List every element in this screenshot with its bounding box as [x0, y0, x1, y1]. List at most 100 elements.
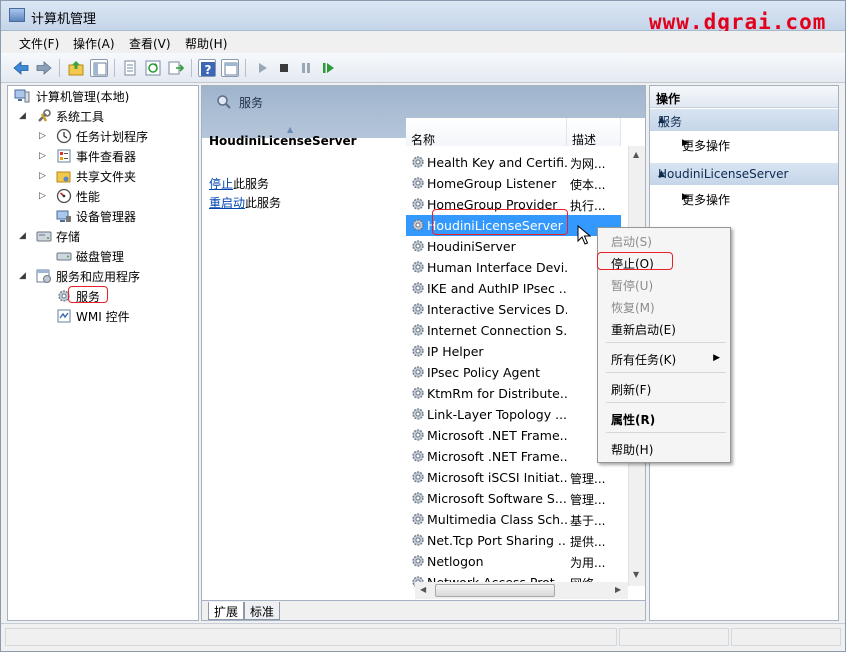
performance-gauge-icon [56, 188, 72, 204]
show-action-pane-icon[interactable] [221, 59, 239, 77]
table-row[interactable]: Multimedia Class Sch... 基于... [406, 509, 621, 530]
expanded-arrow-icon[interactable]: ◢ [19, 231, 26, 241]
table-row[interactable]: Health Key and Certifi... 为网... [406, 152, 621, 173]
service-name: IKE and AuthIP IPsec ... [427, 281, 567, 296]
table-row[interactable]: Link-Layer Topology ... [406, 404, 621, 425]
play-icon[interactable] [253, 59, 271, 77]
ctx-help[interactable]: 帮助(H) [600, 437, 728, 459]
ctx-properties[interactable]: 属性(R) [600, 407, 728, 429]
show-hide-tree-icon[interactable] [90, 59, 108, 77]
tree-label-device-manager: 设备管理器 [76, 210, 137, 224]
more-actions-services[interactable]: 更多操作 ▶ [650, 133, 838, 155]
wmi-icon [56, 308, 72, 324]
table-row[interactable]: Microsoft Software S... 管理... [406, 488, 621, 509]
expanded-arrow-icon[interactable]: ◢ [19, 271, 26, 281]
table-row[interactable]: Microsoft .NET Frame... [406, 446, 621, 467]
tree-label-system-tools: 系统工具 [56, 110, 105, 124]
help-icon[interactable]: ? [198, 59, 216, 77]
stop-icon[interactable] [275, 59, 293, 77]
column-header-description[interactable]: 描述 [567, 118, 621, 147]
toolbar: ? [1, 53, 845, 83]
actions-section-services[interactable]: 服务 ▲ [650, 109, 838, 131]
service-name: HomeGroup Listener [427, 176, 557, 191]
expanded-arrow-icon[interactable]: ◢ [19, 111, 26, 121]
table-row[interactable]: IP Helper [406, 341, 621, 362]
shared-folder-icon [56, 168, 72, 184]
ctx-all-tasks[interactable]: 所有任务(K) ▶ [600, 347, 728, 369]
menu-help[interactable]: 帮助(H) [185, 35, 227, 52]
menu-file[interactable]: 文件(F) [19, 35, 59, 52]
tab-extended[interactable]: 扩展 [208, 602, 245, 620]
service-name: Link-Layer Topology ... [427, 407, 567, 422]
table-row[interactable]: Interactive Services D... [406, 299, 621, 320]
properties-sheet-icon[interactable] [121, 59, 139, 77]
column-header-name[interactable]: 名称 [406, 118, 567, 147]
collapsed-arrow-icon[interactable]: ▷ [39, 171, 46, 181]
table-row[interactable]: Microsoft iSCSI Initiat... 管理... [406, 467, 621, 488]
restart-icon[interactable] [319, 59, 337, 77]
table-row[interactable]: KtmRm for Distribute... [406, 383, 621, 404]
service-name: Netlogon [427, 554, 484, 569]
scroll-down-arrow-icon[interactable]: ▼ [633, 570, 639, 579]
service-name: Interactive Services D... [427, 302, 567, 317]
menu-action[interactable]: 操作(A) [73, 35, 115, 52]
restart-service-link[interactable]: 重启动此服务 [209, 194, 281, 211]
ctx-pause[interactable]: 暂停(U) [600, 273, 728, 295]
scroll-up-arrow-icon[interactable]: ▲ [633, 150, 639, 159]
menu-bar: 文件(F) 操作(A) 查看(V) 帮助(H) [1, 31, 845, 53]
service-name: Internet Connection S... [427, 323, 567, 338]
service-gear-icon [410, 259, 426, 275]
service-gear-icon [410, 238, 426, 254]
up-folder-icon[interactable] [67, 59, 85, 77]
tree-label-services-apps: 服务和应用程序 [56, 270, 141, 284]
table-row[interactable]: HomeGroup Listener 使本... [406, 173, 621, 194]
horizontal-scroll-thumb[interactable] [435, 584, 555, 597]
table-row[interactable]: Internet Connection S... [406, 320, 621, 341]
service-description: 使本... [570, 178, 606, 192]
scroll-left-arrow-icon[interactable]: ◀ [420, 585, 426, 594]
actions-section-houdini[interactable]: HoudiniLicenseServer ▲ [650, 163, 838, 185]
service-name: Microsoft .NET Frame... [427, 449, 567, 464]
export-list-icon[interactable] [167, 59, 185, 77]
service-gear-icon [410, 427, 426, 443]
collapsed-arrow-icon[interactable]: ▷ [39, 191, 46, 201]
services-search-icon [215, 93, 233, 111]
tree-label-event-viewer: 事件查看器 [76, 150, 137, 164]
title-bar[interactable]: 计算机管理 www.dgrai.com [1, 1, 845, 34]
table-row[interactable]: Human Interface Devi... [406, 257, 621, 278]
service-name: Microsoft iSCSI Initiat... [427, 470, 567, 485]
ctx-resume[interactable]: 恢复(M) [600, 295, 728, 317]
menu-view[interactable]: 查看(V) [129, 35, 171, 52]
service-gear-icon [410, 154, 426, 170]
horizontal-scrollbar[interactable]: ◀ ▶ [415, 582, 628, 599]
pause-icon[interactable] [297, 59, 315, 77]
scroll-right-arrow-icon[interactable]: ▶ [615, 585, 621, 594]
service-description: 基于... [570, 514, 606, 528]
tab-standard[interactable]: 标准 [244, 602, 281, 620]
service-name: HoudiniServer [427, 239, 516, 254]
table-row[interactable]: IKE and AuthIP IPsec ... [406, 278, 621, 299]
collapse-arrow-icon[interactable]: ▲ [658, 169, 832, 179]
forward-arrow-icon[interactable] [35, 59, 53, 77]
collapse-arrow-icon[interactable]: ▲ [658, 115, 832, 125]
status-bar [1, 623, 845, 651]
collapsed-arrow-icon[interactable]: ▷ [39, 131, 46, 141]
table-row[interactable]: IPsec Policy Agent [406, 362, 621, 383]
more-actions-houdini[interactable]: 更多操作 ▶ [650, 187, 838, 209]
table-row[interactable]: Netlogon 为用... [406, 551, 621, 572]
ctx-restart[interactable]: 重新启动(E) [600, 317, 728, 339]
service-gear-icon [410, 364, 426, 380]
table-row[interactable]: Net.Tcp Port Sharing ... 提供... [406, 530, 621, 551]
stop-service-link[interactable]: 停止此服务 [209, 175, 269, 192]
collapsed-arrow-icon[interactable]: ▷ [39, 151, 46, 161]
ctx-refresh[interactable]: 刷新(F) [600, 377, 728, 399]
table-row[interactable]: Microsoft .NET Frame... [406, 425, 621, 446]
back-arrow-icon[interactable] [12, 59, 30, 77]
ctx-start[interactable]: 启动(S) [600, 229, 728, 251]
service-name: Health Key and Certifi... [427, 155, 567, 170]
service-gear-icon [410, 469, 426, 485]
service-name: Microsoft .NET Frame... [427, 428, 567, 443]
refresh-icon[interactable] [144, 59, 162, 77]
service-gear-icon [410, 217, 426, 233]
computer-icon [14, 88, 30, 104]
